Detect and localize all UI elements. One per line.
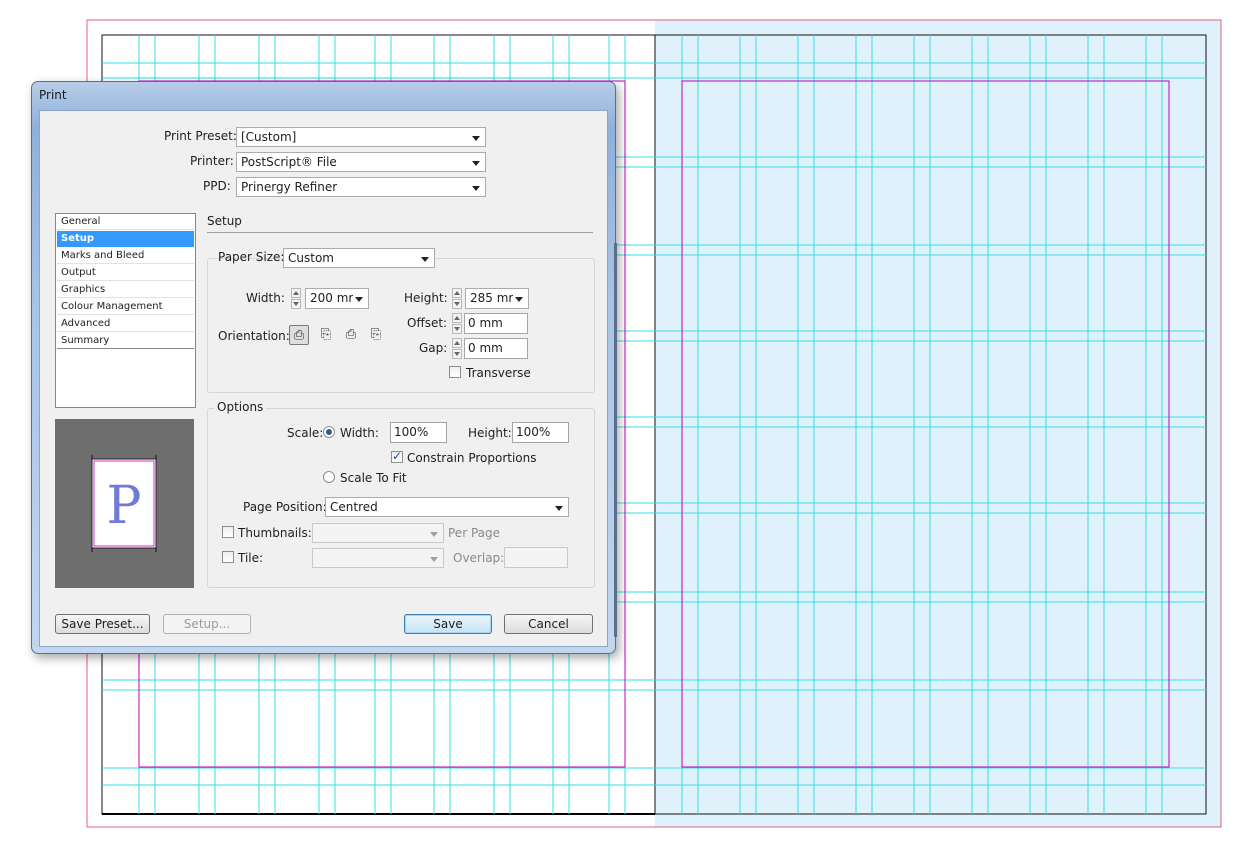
- page-position-label: Page Position:: [243, 500, 327, 514]
- constrain-proportions-label: Constrain Proportions: [407, 451, 537, 465]
- chevron-down-icon: [472, 186, 480, 191]
- chevron-down-icon: [430, 532, 438, 537]
- printer-value: PostScript® File: [241, 155, 337, 169]
- print-preset-value: [Custom]: [241, 130, 297, 144]
- ppd-select[interactable]: Prinergy Refiner: [236, 177, 486, 197]
- orientation-label: Orientation:: [218, 329, 290, 343]
- landscape-icon[interactable]: ⎘: [316, 325, 336, 345]
- paper-offset-value: 0 mm: [468, 316, 503, 330]
- paper-group: [207, 258, 595, 393]
- dialog-title: Print: [39, 88, 67, 102]
- save-preset-button[interactable]: Save Preset...: [55, 614, 150, 634]
- printer-select[interactable]: PostScript® File: [236, 152, 486, 172]
- print-dialog: Print Print Preset: [Custom] Printer: Po…: [31, 81, 617, 654]
- category-item-summary[interactable]: Summary: [57, 333, 194, 349]
- chevron-down-icon: [515, 297, 523, 302]
- scale-width-radio[interactable]: [323, 426, 335, 438]
- category-item-advanced[interactable]: Advanced: [57, 316, 194, 332]
- paper-offset-field[interactable]: 0 mm: [464, 313, 528, 334]
- scale-width-label: Width:: [340, 426, 379, 440]
- scale-width-field[interactable]: 100%: [390, 422, 447, 443]
- scale-height-field[interactable]: 100%: [512, 422, 569, 443]
- dialog-client: Print Preset: [Custom] Printer: PostScri…: [39, 110, 617, 647]
- scale-label: Scale:: [287, 426, 324, 440]
- page-position-select[interactable]: Centred: [325, 497, 569, 517]
- scale-to-fit-radio[interactable]: [323, 471, 335, 483]
- thumbnails-select[interactable]: [312, 523, 444, 543]
- paper-size-select[interactable]: Custom: [283, 248, 435, 268]
- section-divider: [207, 232, 593, 233]
- overlap-field[interactable]: [504, 547, 568, 568]
- thumbnails-label: Thumbnails:: [238, 526, 312, 540]
- print-preset-label: Print Preset:: [164, 129, 237, 143]
- printer-label: Printer:: [190, 154, 234, 168]
- page-position-value: Centred: [330, 500, 378, 514]
- print-preview: P: [55, 419, 194, 588]
- paper-gap-field[interactable]: 0 mm: [464, 338, 528, 359]
- portrait-icon[interactable]: ⎙: [289, 325, 309, 345]
- paper-width-field[interactable]: 200 mr: [305, 288, 369, 309]
- ppd-label: PPD:: [203, 179, 231, 193]
- paper-offset-label: Offset:: [407, 316, 448, 330]
- category-item-colour-management[interactable]: Colour Management: [57, 299, 194, 315]
- scale-width-value: 100%: [394, 425, 429, 439]
- tile-checkbox[interactable]: [222, 551, 234, 563]
- preview-letter: P: [107, 476, 142, 536]
- paper-gap-value: 0 mm: [468, 341, 503, 355]
- options-title: Options: [214, 400, 267, 414]
- transverse-checkbox[interactable]: [449, 366, 461, 378]
- chevron-down-icon: [472, 161, 480, 166]
- scale-height-value: 100%: [516, 425, 551, 439]
- setup-button[interactable]: Setup...: [163, 614, 251, 634]
- constrain-proportions-checkbox[interactable]: [391, 449, 403, 463]
- paper-size-label: Paper Size:: [218, 250, 285, 264]
- panel-edge: [614, 243, 617, 637]
- paper-gap-label: Gap:: [419, 341, 448, 355]
- category-item-marks-and-bleed[interactable]: Marks and Bleed: [57, 248, 194, 264]
- transverse-label: Transverse: [466, 366, 531, 380]
- print-preset-select[interactable]: [Custom]: [236, 127, 486, 147]
- offset-stepper[interactable]: [452, 313, 462, 334]
- section-title: Setup: [207, 214, 242, 228]
- width-stepper[interactable]: [291, 288, 301, 309]
- paper-height-field[interactable]: 285 mr: [465, 288, 529, 309]
- chevron-down-icon: [355, 297, 363, 302]
- save-button[interactable]: Save: [404, 614, 492, 634]
- paper-size-value: Custom: [288, 251, 334, 265]
- tile-select[interactable]: [312, 548, 444, 568]
- paper-height-label: Height:: [404, 291, 448, 305]
- dialog-titlebar[interactable]: Print: [32, 82, 615, 110]
- category-item-output[interactable]: Output: [57, 265, 194, 281]
- paper-width-label: Width:: [246, 291, 285, 305]
- category-item-graphics[interactable]: Graphics: [57, 282, 194, 298]
- paper-width-value: 200 mr: [310, 291, 354, 305]
- cancel-button[interactable]: Cancel: [504, 614, 593, 634]
- reverse-landscape-icon[interactable]: ⎘: [366, 325, 386, 345]
- height-stepper[interactable]: [452, 288, 462, 309]
- chevron-down-icon: [472, 136, 480, 141]
- category-list[interactable]: General Setup Marks and Bleed Output Gra…: [55, 213, 196, 408]
- ppd-value: Prinergy Refiner: [241, 180, 338, 194]
- gap-stepper[interactable]: [452, 338, 462, 359]
- reverse-portrait-icon[interactable]: ⎙: [341, 325, 361, 345]
- category-item-general[interactable]: General: [57, 214, 194, 230]
- chevron-down-icon: [555, 506, 563, 511]
- overlap-label: Overlap:: [453, 551, 505, 565]
- chevron-down-icon: [430, 557, 438, 562]
- per-page-label: Per Page: [448, 526, 500, 540]
- thumbnails-checkbox[interactable]: [222, 526, 234, 538]
- scale-to-fit-label: Scale To Fit: [340, 471, 407, 485]
- category-item-setup[interactable]: Setup: [57, 231, 194, 247]
- chevron-down-icon: [421, 257, 429, 262]
- paper-height-value: 285 mr: [470, 291, 514, 305]
- tile-label: Tile:: [238, 551, 264, 565]
- scale-height-label: Height:: [468, 426, 512, 440]
- preview-page-graphic: P: [91, 455, 157, 552]
